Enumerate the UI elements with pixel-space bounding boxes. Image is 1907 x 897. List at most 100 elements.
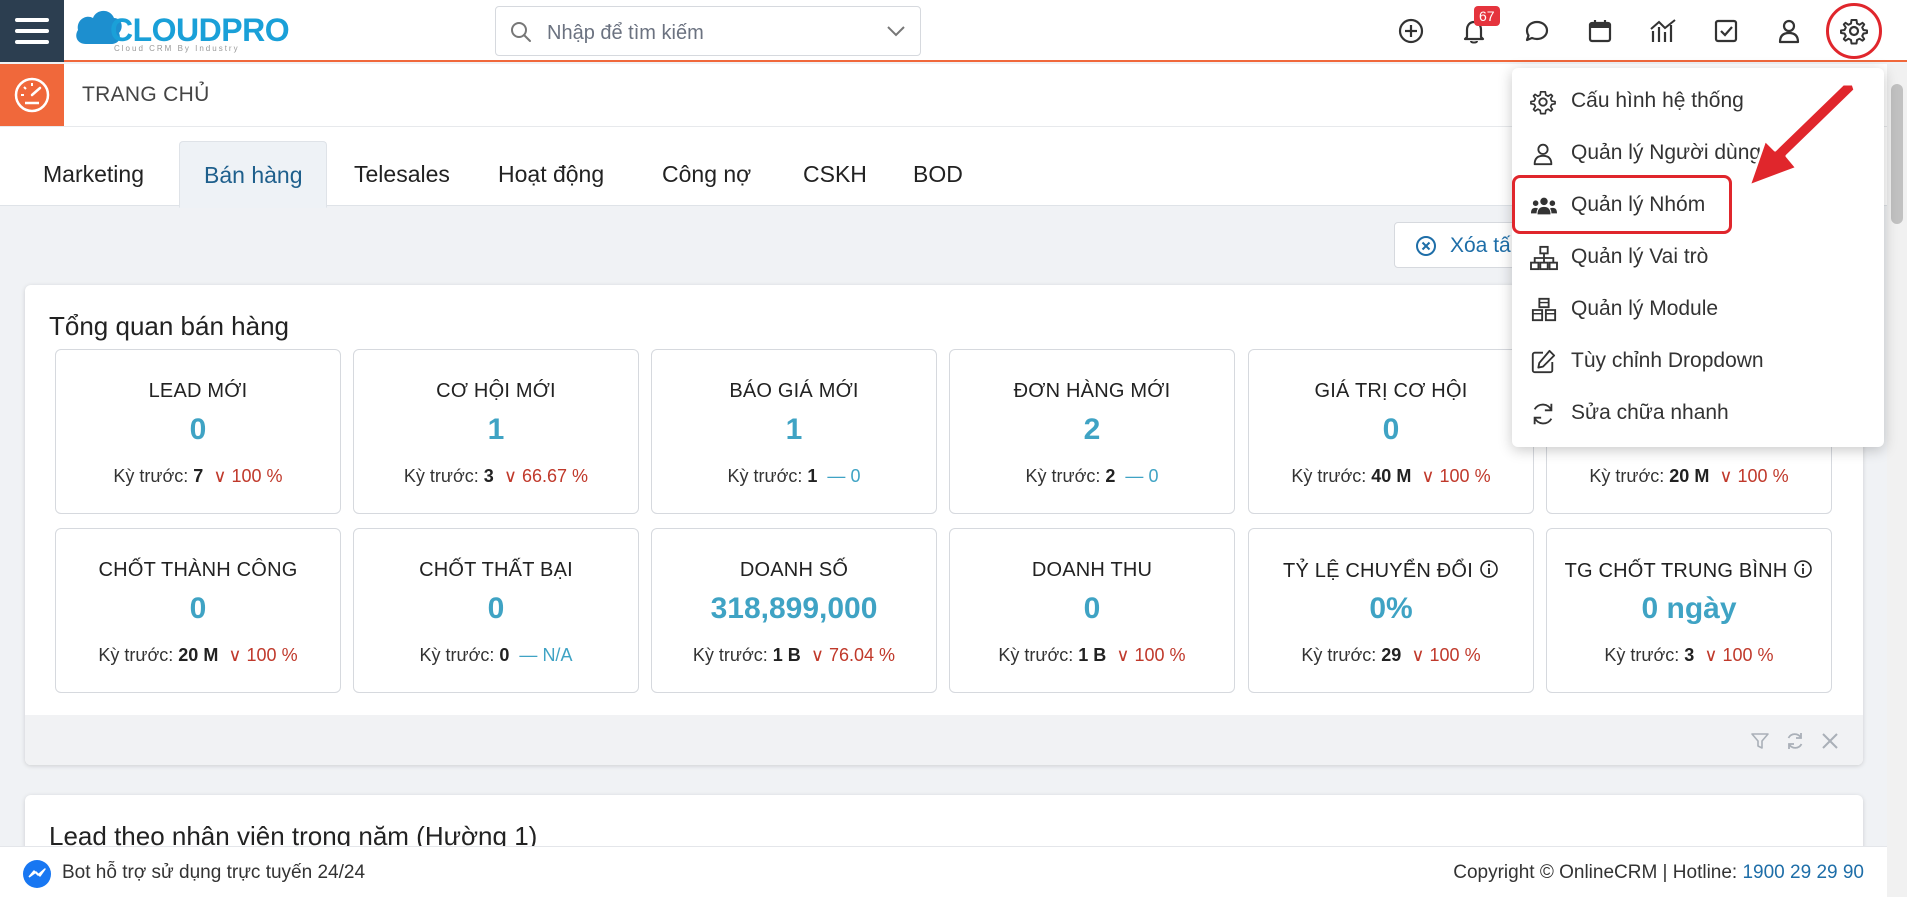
close-icon[interactable]: [1820, 731, 1840, 751]
kpi-card[interactable]: ĐƠN HÀNG MỚI 2 Kỳ trước: 2— 0: [949, 349, 1235, 514]
search-input[interactable]: Nhập để tìm kiếm: [547, 22, 704, 45]
menu-item-role-management[interactable]: Quản lý Vai trò: [1512, 231, 1884, 283]
speedometer-icon: [14, 77, 50, 113]
messenger-icon[interactable]: [22, 859, 52, 889]
prev-label: Kỳ trước:: [98, 645, 174, 665]
trend-indicator: ∨ 100 %: [1116, 645, 1185, 665]
kpi-label: GIÁ TRỊ CƠ HỘI: [1249, 380, 1533, 403]
dashboard-badge: [0, 64, 64, 126]
filter-icon[interactable]: [1750, 731, 1770, 751]
scrollbar-thumb[interactable]: [1891, 84, 1903, 224]
profile-button[interactable]: [1774, 16, 1804, 46]
trend-down-icon: ∨: [213, 466, 227, 486]
support-bot-link[interactable]: Bot hỗ trợ sử dụng trực tuyến 24/24: [62, 862, 365, 884]
kpi-label: CƠ HỘI MỚI: [354, 380, 638, 403]
app-logo[interactable]: CLOUDPRO Cloud CRM By Industry: [74, 4, 304, 56]
prev-value: 40 M: [1371, 466, 1412, 486]
copyright-label: Copyright © OnlineCRM | Hotline:: [1453, 862, 1743, 883]
kpi-card[interactable]: BÁO GIÁ MỚI 1 Kỳ trước: 1— 0: [651, 349, 937, 514]
change-value: 100 %: [1722, 645, 1774, 665]
kpi-card[interactable]: CHỐT THẤT BẠI 0 Kỳ trước: 0— N/A: [353, 528, 639, 693]
trend-down-icon: ∨: [810, 645, 824, 665]
kpi-card[interactable]: TG CHỐT TRUNG BÌNH 0 ngày Kỳ trước: 3 ∨ 100…: [1546, 528, 1832, 693]
tab-cskh[interactable]: CSKH: [779, 141, 891, 207]
copyright-text: Copyright © OnlineCRM | Hotline: 1900 29…: [1453, 862, 1864, 884]
change-value: 76.04 %: [829, 645, 896, 665]
tab-hoat-dong[interactable]: Hoạt động: [474, 141, 628, 207]
kpi-card[interactable]: DOANH SỐ 318,899,000 Kỳ trước: 1 B ∨ 76.04 …: [651, 528, 937, 693]
kpi-label-text: LEAD MỚI: [148, 380, 248, 402]
kpi-card[interactable]: TỶ LỆ CHUYỂN ĐỔI 0% Kỳ trước: 29 ∨ 100 %: [1248, 528, 1534, 693]
tab-telesales[interactable]: Telesales: [330, 141, 474, 207]
tab-bod[interactable]: BOD: [889, 141, 987, 207]
change-value: 100 %: [1737, 466, 1789, 486]
trend-indicator: — N/A: [519, 645, 572, 665]
tasks-button[interactable]: [1711, 16, 1741, 46]
kpi-value: 0 ngày: [1641, 592, 1737, 625]
prev-value: 1 B: [1078, 645, 1107, 665]
tab-ban-hang[interactable]: Bán hàng: [179, 141, 328, 208]
refresh-icon[interactable]: [1785, 731, 1805, 751]
global-search[interactable]: Nhập để tìm kiếm: [495, 6, 921, 56]
trend-indicator: ∨ 100 %: [1704, 645, 1773, 665]
chat-bubble-icon: [1525, 20, 1549, 42]
trend-down-icon: ∨: [1116, 645, 1130, 665]
kpi-label-text: TG CHỐT TRUNG BÌNH: [1564, 560, 1788, 582]
logo-tagline: Cloud CRM By Industry: [114, 44, 240, 53]
prev-label: Kỳ trước:: [727, 466, 803, 486]
kpi-previous: Kỳ trước: 7 ∨ 100 %: [56, 466, 340, 487]
calendar-button[interactable]: [1585, 16, 1615, 46]
menu-item-custom-dropdown[interactable]: Tùy chỉnh Dropdown: [1512, 335, 1884, 387]
menu-toggle-button[interactable]: [0, 0, 64, 62]
prev-value: 20 M: [178, 645, 219, 665]
kpi-card[interactable]: CHỐT THÀNH CÔNG 0 Kỳ trước: 20 M ∨ 100 %: [55, 528, 341, 693]
menu-item-quick-repair[interactable]: Sửa chữa nhanh: [1512, 387, 1884, 439]
info-icon[interactable]: [1793, 559, 1813, 579]
tab-cong-no[interactable]: Công nợ: [638, 141, 775, 207]
kpi-value: 318,899,000: [710, 592, 878, 625]
kpi-card[interactable]: GIÁ TRỊ CƠ HỘI 0 Kỳ trước: 40 M ∨ 100 %: [1248, 349, 1534, 514]
chart-line-icon: [1650, 19, 1676, 42]
page-footer: Bot hỗ trợ sử dụng trực tuyến 24/24 Copy…: [0, 846, 1887, 897]
trend-down-icon: ∨: [1704, 645, 1718, 665]
kpi-label: CHỐT THÀNH CÔNG: [56, 559, 340, 582]
trend-down-icon: ∨: [1421, 466, 1435, 486]
kpi-value: 0: [487, 592, 505, 625]
change-value: 100 %: [1429, 645, 1481, 665]
info-icon[interactable]: [1479, 559, 1499, 579]
kpi-label: DOANH THU: [950, 559, 1234, 582]
group-management-highlight: [1512, 175, 1732, 234]
trend-indicator: ∨ 100 %: [1719, 466, 1788, 486]
kpi-card[interactable]: LEAD MỚI 0 Kỳ trước: 7 ∨ 100 %: [55, 349, 341, 514]
kpi-previous: Kỳ trước: 29 ∨ 100 %: [1249, 645, 1533, 666]
clear-filters-label: Xóa tấ: [1450, 234, 1511, 257]
menu-item-label: Cấu hình hệ thống: [1571, 89, 1744, 112]
kpi-card[interactable]: CƠ HỘI MỚI 1 Kỳ trước: 3 ∨ 66.67 %: [353, 349, 639, 514]
hotline-link[interactable]: 1900 29 29 90: [1742, 862, 1864, 883]
change-value: 0: [850, 466, 861, 486]
chat-button[interactable]: [1522, 16, 1552, 46]
page-scrollbar[interactable]: [1887, 64, 1907, 897]
kpi-card[interactable]: DOANH THU 0 Kỳ trước: 1 B ∨ 100 %: [949, 528, 1235, 693]
trend-indicator: ∨ 100 %: [1411, 645, 1480, 665]
calendar-icon: [1588, 20, 1612, 43]
change-value: 0: [1148, 466, 1159, 486]
kpi-value: 2: [1083, 413, 1101, 446]
change-value: 100 %: [1439, 466, 1491, 486]
trend-indicator: ∨ 76.04 %: [811, 645, 895, 665]
menu-item-label: Quản lý Người dùng: [1571, 141, 1762, 164]
add-button[interactable]: [1396, 16, 1426, 46]
trend-down-icon: ∨: [228, 645, 242, 665]
change-value: N/A: [542, 645, 573, 665]
tab-marketing[interactable]: Marketing: [19, 141, 168, 207]
prev-label: Kỳ trước:: [1604, 645, 1680, 665]
menu-item-module-management[interactable]: Quản lý Module: [1512, 283, 1884, 335]
prev-value: 29: [1381, 645, 1402, 665]
reports-button[interactable]: [1648, 16, 1678, 46]
prev-label: Kỳ trước:: [692, 645, 768, 665]
panel-footer: [25, 715, 1863, 765]
hamburger-icon: [15, 18, 49, 44]
kpi-label: LEAD MỚI: [56, 380, 340, 403]
edit-icon: [1531, 349, 1556, 374]
chevron-down-icon[interactable]: [886, 24, 906, 38]
